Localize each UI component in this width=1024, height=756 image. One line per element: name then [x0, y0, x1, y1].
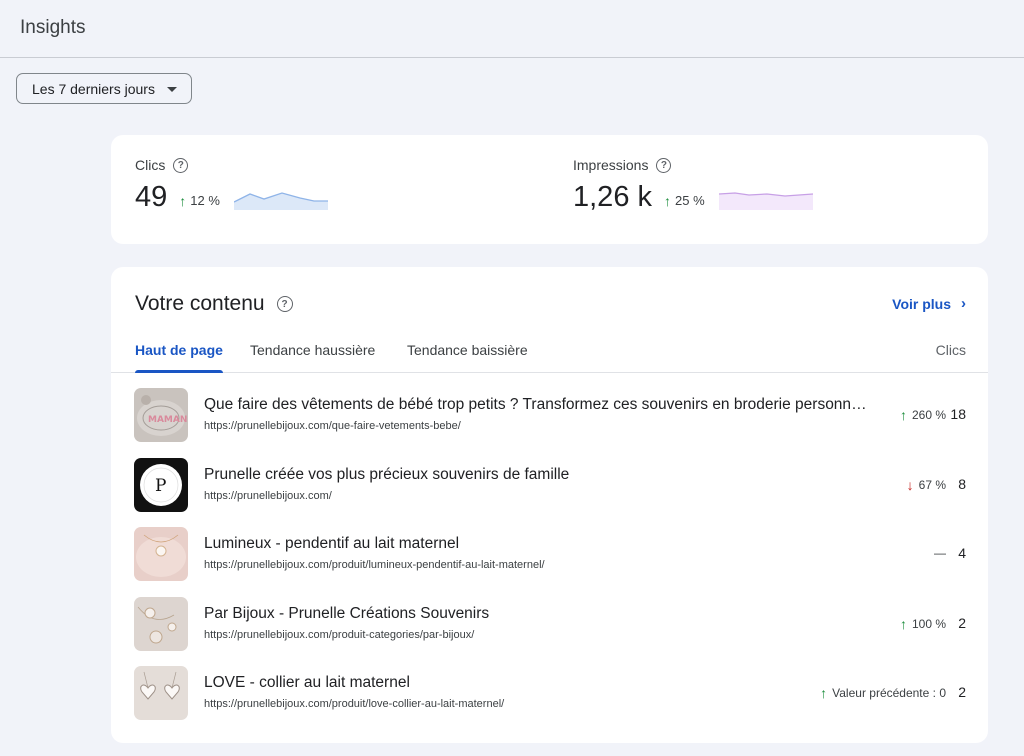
- sparkline-impressions: [718, 191, 813, 210]
- sparkline-clicks: [233, 191, 328, 210]
- list-item[interactable]: MAMAN Que faire des vêtements de bébé tr…: [111, 385, 988, 455]
- date-range-dropdown[interactable]: Les 7 derniers jours: [16, 73, 192, 104]
- arrow-up-icon: ↑: [820, 685, 828, 701]
- tab-tendance-baissiere[interactable]: Tendance baissière: [407, 342, 528, 373]
- section-title: Votre contenu: [135, 292, 265, 315]
- thumbnail-image: [134, 596, 188, 651]
- arrow-up-icon: ↑: [664, 192, 671, 209]
- svg-text:MAMAN: MAMAN: [148, 415, 187, 425]
- section-header: Votre contenu ?: [135, 292, 293, 316]
- column-header-clicks: Clics: [935, 342, 966, 358]
- metric-value: 1,26 k: [573, 181, 652, 213]
- row-change-value: 100 %: [911, 616, 946, 631]
- page-title: Insights: [20, 17, 86, 38]
- row-title: Que faire des vêtements de bébé trop pet…: [204, 396, 874, 413]
- arrow-down-icon: ↓: [906, 476, 914, 493]
- metric-change: ↑ 25 %: [664, 193, 705, 209]
- help-icon[interactable]: ?: [656, 157, 672, 173]
- see-more-link[interactable]: Voir plus ›: [892, 295, 966, 312]
- list-item[interactable]: P Prunelle créée vos plus précieux souve…: [111, 455, 988, 525]
- row-title: Prunelle créée vos plus précieux souveni…: [204, 465, 570, 483]
- row-clicks: 18: [950, 406, 966, 422]
- date-range-label: Les 7 derniers jours: [32, 80, 155, 97]
- row-change: —: [934, 546, 946, 560]
- metric-clicks: Clics ? 49 ↑ 12 %: [135, 157, 328, 214]
- row-change: ↑ Valeur précédente : 0: [820, 685, 946, 701]
- metric-change-value: 12 %: [190, 193, 220, 208]
- thumbnail-image: MAMAN: [134, 388, 188, 442]
- row-title: Par Bijoux - Prunelle Créations Souvenir…: [204, 604, 490, 622]
- row-clicks: 2: [958, 684, 966, 700]
- row-clicks: 2: [958, 614, 966, 631]
- thumbnail-image: P: [134, 457, 188, 512]
- row-clicks: 8: [958, 475, 966, 492]
- list-item[interactable]: LOVE - collier au lait maternel https://…: [111, 663, 988, 733]
- row-change-value: —: [934, 546, 946, 560]
- chevron-right-icon: ›: [961, 295, 966, 312]
- thumbnail-image: [134, 666, 188, 720]
- see-more-label: Voir plus: [892, 295, 951, 312]
- arrow-up-icon: ↑: [899, 615, 907, 632]
- metric-impressions: Impressions ? 1,26 k ↑ 25 %: [573, 157, 813, 214]
- tab-bar: Haut de page Tendance haussière Tendance…: [111, 335, 988, 373]
- metric-label: Clics: [135, 157, 166, 173]
- metric-change: ↑ 12 %: [179, 193, 220, 209]
- tab-haut-de-page[interactable]: Haut de page: [135, 342, 223, 373]
- row-title: LOVE - collier au lait maternel: [204, 674, 410, 691]
- row-change-value: 67 %: [918, 477, 946, 492]
- arrow-up-icon: ↑: [899, 407, 907, 423]
- row-change: ↑ 100 %: [900, 616, 946, 632]
- row-change-value: Valeur précédente : 0: [832, 686, 946, 700]
- caret-down-icon: [167, 87, 177, 92]
- row-change: ↓ 67 %: [907, 477, 946, 493]
- help-icon[interactable]: ?: [173, 157, 189, 173]
- list-item[interactable]: Lumineux - pendentif au lait maternel ht…: [111, 524, 988, 594]
- row-change: ↑ 260 %: [900, 407, 946, 423]
- row-change-value: 260 %: [911, 408, 946, 422]
- content-card: Votre contenu ? Voir plus › Haut de page…: [111, 267, 988, 743]
- tab-tendance-haussiere[interactable]: Tendance haussière: [250, 342, 375, 373]
- top-bar: Insights: [0, 0, 1024, 58]
- metric-value: 49: [135, 181, 168, 213]
- row-url: https://prunellebijoux.com/produit/love-…: [204, 698, 505, 710]
- row-clicks: 4: [958, 545, 966, 561]
- svg-text:P: P: [155, 476, 166, 496]
- metric-change-value: 25 %: [675, 193, 705, 208]
- row-url: https://prunellebijoux.com/produit-categ…: [204, 628, 475, 641]
- list-item[interactable]: Par Bijoux - Prunelle Créations Souvenir…: [111, 594, 988, 664]
- metric-label: Impressions: [573, 157, 649, 173]
- row-url: https://prunellebijoux.com/: [204, 489, 332, 502]
- row-title: Lumineux - pendentif au lait maternel: [204, 535, 460, 552]
- row-url: https://prunellebijoux.com/que-faire-vet…: [204, 420, 461, 432]
- metrics-card: Clics ? 49 ↑ 12 % Impressions ? 1,26 k ↑…: [111, 135, 988, 244]
- arrow-up-icon: ↑: [179, 192, 187, 209]
- thumbnail-image: [134, 527, 188, 581]
- row-url: https://prunellebijoux.com/produit/lumin…: [204, 559, 545, 571]
- content-list: MAMAN Que faire des vêtements de bébé tr…: [111, 385, 988, 733]
- help-icon[interactable]: ?: [276, 296, 293, 312]
